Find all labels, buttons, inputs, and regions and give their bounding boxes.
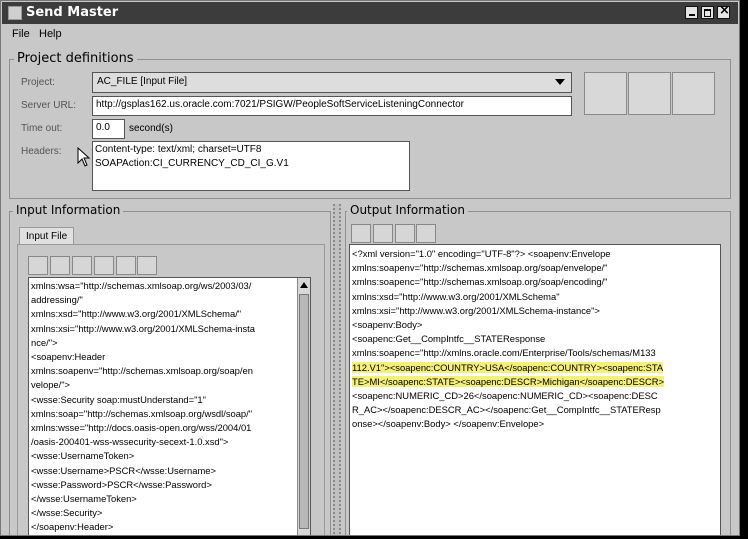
input-toolbar-button-1[interactable]	[28, 256, 48, 275]
input-toolbar-button-5[interactable]	[116, 256, 136, 275]
close-button[interactable]	[717, 3, 730, 19]
output-xml-line: R_AC></soapenc:DESCR_AC></soapenc:Get__C…	[350, 403, 720, 417]
headers-textarea[interactable]: Content-type: text/xml; charset=UTF8 SOA…	[92, 141, 410, 191]
menu-bar: File Help	[2, 25, 738, 45]
tab-input-file[interactable]: Input File	[19, 227, 75, 244]
input-xml-line: xmlns:wsa="http://schemas.xmlsoap.org/ws…	[31, 280, 252, 291]
output-xml-line: <soapenv:Body>	[350, 318, 720, 332]
output-information-title: Output Information	[347, 203, 468, 217]
input-xml-line: addressing/"	[31, 294, 83, 306]
output-xml-line: xmlns:soapenc="http://schemas.xmlsoap.or…	[350, 275, 720, 289]
minimize-button[interactable]	[685, 6, 698, 19]
output-xml-line-text: TE>MI</soapenc:STATE><soapenc:DESCR>Mich…	[352, 375, 665, 387]
headers-label: Headers:	[21, 146, 62, 157]
input-xml-line: <wsse:UsernameToken>	[31, 450, 135, 462]
output-toolbar-button-3[interactable]	[395, 224, 415, 243]
split-pane-divider[interactable]	[333, 204, 341, 535]
input-toolbar-button-6[interactable]	[137, 256, 157, 275]
output-xml-line: xmlns:xsd="http://www.w3.org/2001/XMLSch…	[350, 290, 720, 304]
output-xml-line-text: <soapenc:NUMERIC_CD>26</soapenc:NUMERIC_…	[352, 390, 658, 402]
input-xml-line: nce/">	[31, 336, 58, 348]
timeout-unit: second(s)	[129, 123, 173, 134]
input-xml-line: </wsse:Security>	[31, 507, 103, 519]
input-xml-line: /oasis-200401-wss-wssecurity-secext-1.0.…	[31, 436, 229, 448]
input-vertical-scrollbar[interactable]	[297, 278, 310, 535]
input-xml-line: </soapenv:Header>	[31, 521, 114, 533]
server-url-input[interactable]: http://gsplas162.us.oracle.com:7021/PSIG…	[92, 96, 572, 116]
project-select[interactable]: AC_FILE [Input File]	[92, 72, 572, 93]
headers-line: Content-type: text/xml; charset=UTF8	[95, 144, 262, 155]
project-action-button-2[interactable]	[628, 72, 671, 115]
input-xml-line: <wsse:Security soap:mustUnderstand="1"	[31, 393, 206, 405]
maximize-button[interactable]	[701, 6, 714, 19]
input-xml-line: <soapenv:Header	[31, 351, 106, 363]
output-xml-textarea[interactable]: <?xml version="1.0" encoding="UTF-8"?> <…	[349, 244, 721, 535]
output-xml-line-text: xmlns:soapenc="http://xmlns.oracle.com/E…	[352, 347, 656, 359]
input-xml-line: xmlns:xsi="http://www.w3.org/2001/XMLSch…	[31, 322, 255, 334]
input-toolbar-button-3[interactable]	[72, 256, 92, 275]
output-toolbar-button-4[interactable]	[416, 224, 436, 243]
output-xml-line: TE>MI</soapenc:STATE><soapenc:DESCR>Mich…	[350, 375, 720, 389]
output-xml-line-text: R_AC></soapenc:DESCR_AC></soapenc:Get__C…	[352, 404, 661, 416]
output-xml-line-text: xmlns:soapenv="http://schemas.xmlsoap.or…	[352, 262, 608, 274]
project-value: AC_FILE [Input File]	[97, 76, 188, 87]
input-xml-line: xmlns:wsse="http://docs.oasis-open.org/w…	[31, 422, 252, 434]
output-xml-line: <?xml version="1.0" encoding="UTF-8"?> <…	[350, 247, 720, 261]
window-title: Send Master	[26, 5, 119, 20]
input-toolbar-button-2[interactable]	[50, 256, 70, 275]
project-label: Project:	[21, 77, 55, 88]
output-xml-line-text: <soapenv:Body>	[352, 319, 423, 331]
output-xml-line-text: xmlns:soapenc="http://schemas.xmlsoap.or…	[352, 276, 608, 288]
output-xml-line: <soapenc:Get__CompIntfc__STATEResponse	[350, 332, 720, 346]
output-xml-line: xmlns:xsi="http://www.w3.org/2001/XMLSch…	[350, 304, 720, 318]
input-xml-line: velope/">	[31, 379, 71, 391]
send-master-window: Send Master File Help Project definition…	[0, 0, 740, 536]
chevron-down-icon	[555, 79, 565, 85]
output-xml-line: xmlns:soapenv="http://schemas.xmlsoap.or…	[350, 261, 720, 275]
input-xml-line: <wsse:Password>PSCR</wsse:Password>	[31, 478, 212, 490]
project-definitions-title: Project definitions	[14, 51, 137, 66]
output-xml-line: xmlns:soapenc="http://xmlns.oracle.com/E…	[350, 346, 720, 360]
project-action-button-1[interactable]	[584, 72, 627, 115]
output-xml-line-text: <?xml version="1.0" encoding="UTF-8"?> <…	[352, 248, 611, 259]
output-xml-line-text: 112.V1"><soapenc:COUNTRY>USA</soapenc:CO…	[352, 361, 664, 373]
output-xml-line-text: xmlns:xsd="http://www.w3.org/2001/XMLSch…	[352, 290, 560, 302]
input-xml-line: </wsse:UsernameToken>	[31, 493, 137, 505]
input-xml-line: xmlns:xsd="http://www.w3.org/2001/XMLSch…	[31, 308, 242, 320]
scrollbar-thumb[interactable]	[299, 294, 309, 529]
title-bar[interactable]: Send Master	[2, 2, 738, 24]
timeout-input[interactable]: 0.0	[92, 119, 125, 139]
input-xml-line: xmlns:soap="http://schemas.xmlsoap.org/w…	[31, 407, 253, 419]
menu-help[interactable]: Help	[39, 28, 62, 40]
output-xml-line-text: onse></soapenv:Body> </soapenv:Envelope>	[352, 418, 545, 430]
input-information-title: Input Information	[13, 203, 124, 217]
output-xml-line-text: xmlns:xsi="http://www.w3.org/2001/XMLSch…	[352, 304, 600, 316]
input-xml-textarea[interactable]: xmlns:wsa="http://schemas.xmlsoap.org/ws…	[28, 277, 311, 535]
app-icon	[8, 6, 22, 20]
output-xml-line: onse></soapenv:Body> </soapenv:Envelope>	[350, 417, 720, 431]
output-toolbar-button-1[interactable]	[351, 224, 371, 243]
headers-line: SOAPAction:CI_CURRENCY_CD_CI_G.V1	[95, 158, 289, 169]
server-url-label: Server URL:	[21, 100, 77, 111]
scroll-up-arrow-icon[interactable]	[300, 282, 308, 288]
output-xml-line: 112.V1"><soapenc:COUNTRY>USA</soapenc:CO…	[350, 361, 720, 375]
input-xml-line: <wsse:Username>PSCR</wsse:Username>	[31, 464, 216, 476]
input-toolbar-button-4[interactable]	[94, 256, 114, 275]
timeout-label: Time out:	[21, 123, 63, 134]
menu-file[interactable]: File	[12, 28, 30, 40]
output-xml-line-text: <soapenc:Get__CompIntfc__STATEResponse	[352, 333, 546, 345]
output-xml-line: <soapenc:NUMERIC_CD>26</soapenc:NUMERIC_…	[350, 389, 720, 403]
mouse-cursor-icon	[77, 147, 91, 167]
output-toolbar-button-2[interactable]	[373, 224, 393, 243]
project-action-button-3[interactable]	[672, 72, 715, 115]
input-xml-line: xmlns:soapenv="http://schemas.xmlsoap.or…	[31, 365, 253, 377]
